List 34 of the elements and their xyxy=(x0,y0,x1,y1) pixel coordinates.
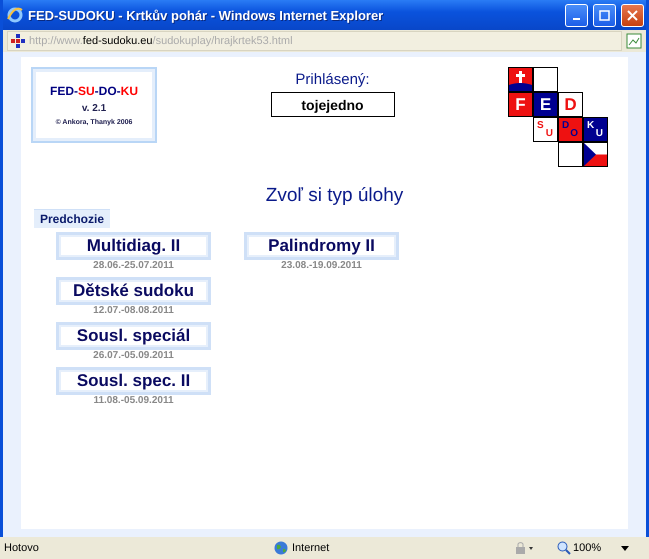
minimize-icon xyxy=(573,18,580,20)
task-button[interactable]: Sousl. spec. II xyxy=(56,367,211,395)
task-button[interactable]: Multidiag. II xyxy=(56,232,211,260)
globe-icon xyxy=(274,541,288,555)
date-range: 11.08.-05.09.2011 xyxy=(93,395,174,406)
date-range: 26.07.-05.09.2011 xyxy=(93,350,174,361)
address-field[interactable]: http://www.fed-sudoku.eu/sudokuplay/hrajkrtek53.html xyxy=(7,31,622,51)
close-button[interactable] xyxy=(621,4,644,26)
date-range: 23.08.-19.09.2011 xyxy=(281,260,362,271)
zoom-level[interactable]: 100% xyxy=(573,542,621,554)
maximize-icon xyxy=(599,10,610,20)
task-button[interactable]: Dětské sudoku xyxy=(56,277,211,305)
zoom-icon[interactable] xyxy=(557,541,571,555)
close-icon xyxy=(627,10,638,20)
zone-text: Internet xyxy=(292,542,330,554)
caret-icon[interactable] xyxy=(621,546,629,550)
username-box: tojejedno xyxy=(270,92,394,117)
login-label: Prihlásený: xyxy=(295,71,370,88)
maximize-button[interactable] xyxy=(593,4,616,26)
date-range: 12.07.-08.08.2011 xyxy=(93,305,174,316)
window-title: FED-SUDOKU - Krtkův pohár - Windows Internet Explorer xyxy=(28,8,384,22)
status-text: Hotovo xyxy=(4,542,40,554)
version-text: v. 2.1 xyxy=(82,103,106,114)
section-tab[interactable]: Predchozie xyxy=(34,209,110,228)
ie-icon xyxy=(7,7,23,23)
date-range: 28.06.-25.07.2011 xyxy=(93,260,174,271)
sudoku-emblem-drawing: F E D S U D O K U xyxy=(508,67,608,167)
logo-name: FED-SU-DO-KU xyxy=(50,84,138,98)
picture-icon[interactable] xyxy=(626,33,642,49)
minimize-button[interactable] xyxy=(565,4,588,26)
task-button[interactable]: Sousl. speciál xyxy=(56,322,211,350)
page-heading: Zvoľ si typ úlohy xyxy=(266,185,404,207)
task-button[interactable]: Palindromy II xyxy=(244,232,399,260)
site-icon xyxy=(11,34,25,48)
